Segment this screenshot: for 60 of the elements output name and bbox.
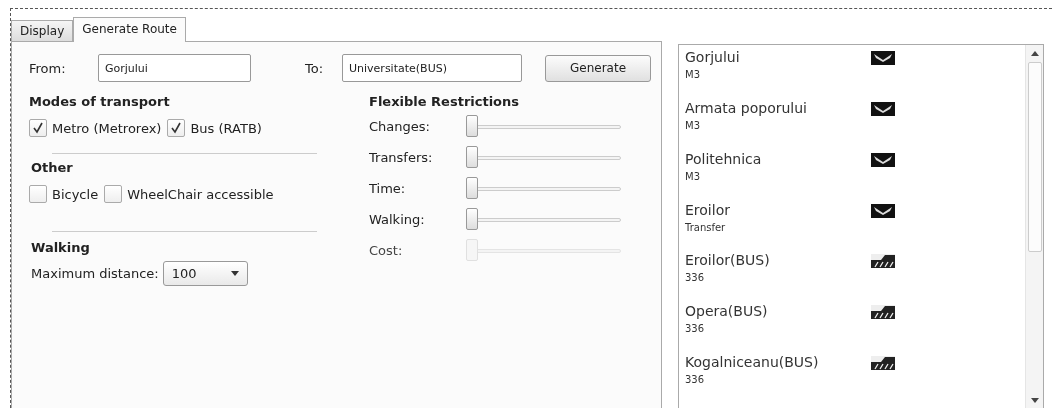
stop-line: 336 (685, 323, 706, 337)
metro-logo-icon (871, 101, 895, 116)
stop-name: Armata poporului (685, 99, 808, 118)
to-field[interactable]: Universitate(BUS) (342, 54, 522, 82)
checkbox[interactable] (104, 185, 123, 203)
slider[interactable] (466, 207, 621, 232)
stop-name: Politehnica (685, 150, 763, 169)
tab[interactable]: Display (11, 20, 74, 41)
slider-thumb[interactable] (466, 114, 478, 137)
distance-dropdown[interactable]: 100 (162, 261, 248, 286)
slider[interactable] (466, 114, 621, 139)
checkbox-label[interactable]: WheelChair accessible (127, 186, 274, 202)
stop-name: Eroilor(BUS) (685, 252, 771, 271)
slider-label: Walking: (369, 212, 426, 227)
generate-button[interactable]: Generate (545, 54, 651, 82)
slider-label: Cost: (369, 243, 404, 258)
slider-thumb[interactable] (466, 176, 478, 199)
stop-name: Gorjului (685, 49, 741, 67)
checkbox-label[interactable]: Metro (Metrorex) (52, 120, 162, 136)
section-heading: Flexible Restrictions (369, 94, 521, 109)
slider[interactable] (466, 238, 621, 263)
to-label: To: (305, 60, 325, 76)
stop-line: Transfer (685, 221, 727, 235)
section-heading: Other (31, 160, 74, 175)
caret-icon (230, 271, 239, 276)
from-field[interactable]: Gorjului (98, 54, 251, 82)
bus-logo-icon (871, 305, 895, 320)
slider-thumb[interactable] (466, 207, 478, 230)
from-label: From: (29, 60, 67, 76)
slider[interactable] (466, 176, 621, 201)
slider-thumb[interactable] (466, 145, 478, 168)
checkbox-label[interactable]: Bus (RATB) (190, 120, 262, 136)
scroll-up-icon[interactable] (1030, 51, 1039, 56)
bus-logo-icon (871, 254, 895, 269)
stop-line: M3 (685, 69, 701, 82)
stop-name: Kogalniceanu(BUS) (685, 354, 820, 373)
stop-line: M3 (685, 170, 701, 184)
stop-line: 336 (685, 272, 706, 286)
slider-label: Transfers: (369, 150, 434, 165)
slider-label: Time: (369, 181, 407, 196)
stop-line: M3 (685, 119, 701, 133)
slider-label: Changes: (369, 119, 431, 134)
metro-logo-icon (871, 203, 895, 218)
stop-line: 336 (685, 374, 706, 388)
section-heading: Walking (31, 240, 91, 255)
scrollbar[interactable] (1025, 45, 1043, 408)
checkbox[interactable] (29, 119, 47, 137)
bus-logo-icon (871, 356, 895, 371)
checkbox[interactable] (29, 185, 47, 203)
checkbox-label[interactable]: Bicycle (52, 186, 99, 202)
metro-logo-icon (871, 152, 895, 167)
distance-label: Maximum distance: (31, 266, 159, 281)
stop-name: Opera(BUS) (685, 303, 769, 322)
section-heading: Modes of transport (29, 94, 171, 109)
slider[interactable] (466, 145, 621, 170)
metro-logo-icon (871, 51, 895, 65)
scroll-down-icon[interactable] (1030, 398, 1039, 403)
checkbox[interactable] (167, 119, 186, 137)
tab[interactable]: Generate Route (73, 17, 186, 42)
stop-name: Eroilor (685, 201, 731, 220)
